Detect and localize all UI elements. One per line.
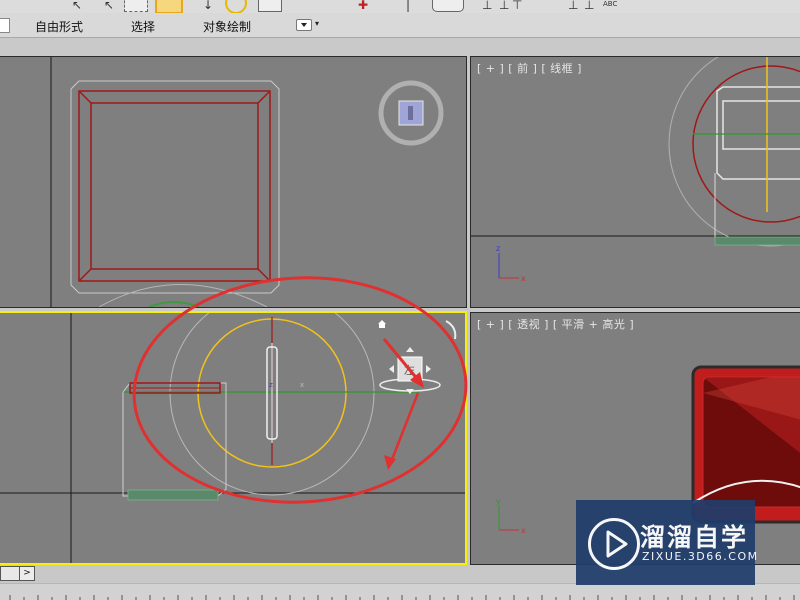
layer-manager-icon[interactable]: ⊥ [499,0,509,12]
time-slider[interactable] [0,566,20,581]
window-crossing-icon[interactable] [124,0,148,12]
next-frame-button[interactable]: > [19,566,35,581]
viewport-front-canvas: z x [471,57,800,283]
timeline-ruler[interactable] [0,583,800,600]
viewport-top[interactable] [0,56,467,308]
axis-label-z: z [269,381,273,389]
box-inner-face [90,102,259,270]
axis-label-x: x [521,274,526,283]
axis-label-x: x [300,381,304,389]
mirror-icon[interactable]: | [406,0,410,12]
box-wire [122,382,227,497]
watermark: 溜溜自学 ZIXUE.3D66.COM [576,500,757,585]
play-logo-icon [588,518,640,570]
home-icon [378,320,386,328]
align-icon[interactable] [432,0,464,12]
material-editor-icon[interactable]: ⊥ [584,0,594,12]
ribbon-toggle[interactable] [0,18,10,33]
ribbon-bar: 自由形式 选择 对象绘制 ▾ [0,13,800,38]
layer-icon[interactable]: ⊥ [482,0,492,12]
select-icon[interactable]: ↖ [72,0,82,12]
box-front-face [78,90,271,282]
select-region-icon[interactable]: ↖ [104,0,114,12]
ribbon-options-dropdown[interactable] [296,19,312,31]
viewport-label-front[interactable]: [ + ] [ 前 ] [ 线框 ] [477,60,582,76]
snap-icon[interactable]: ✚ [358,0,368,12]
axis-label-x: x [521,526,526,535]
schematic-icon[interactable]: ⊥ [568,0,578,12]
viewport-label-perspective[interactable]: [ + ] [ 透视 ] [ 平滑 + 高光 ] [477,316,634,332]
rect-selection-icon[interactable] [155,0,183,13]
axis-label-y: y [496,497,501,506]
viewport-front[interactable]: z x [ + ] [ 前 ] [ 线框 ] [470,56,800,308]
curve-editor-icon[interactable]: ⊤ [512,0,522,12]
tab-selection[interactable]: 选择 [131,18,155,35]
move-icon[interactable]: ↓ [203,0,213,12]
svg-text:左: 左 [404,364,415,377]
main-toolbar: ↖ ↖ ↓ ✚ | ⊥ ⊥ ⊤ ⊥ ⊥ ABC [0,0,800,14]
ribbon-panel-area [0,38,800,56]
chevron-down-icon[interactable]: ▾ [315,19,319,28]
text-tool-icon[interactable]: ABC [603,0,617,8]
gizmo-outer-circle [668,57,800,247]
viewport-left-active[interactable]: z x 左 [0,311,467,565]
rotate-icon[interactable] [225,0,247,13]
viewcube-widget: 左 [379,347,441,394]
tab-object-paint[interactable]: 对象绘制 [203,18,251,35]
watermark-url: ZIXUE.3D66.COM [642,550,759,563]
axis-label-z: z [496,244,500,253]
watermark-title: 溜溜自学 [640,523,749,552]
tab-freeform[interactable]: 自由形式 [35,18,83,35]
viewport-top-canvas [50,57,444,307]
rotate-view-arrow-icon [445,320,457,340]
gizmo-circle [692,65,800,223]
box-outline [70,80,280,294]
viewport-left-canvas: z x 左 [0,313,465,563]
scale-icon[interactable] [258,0,282,12]
